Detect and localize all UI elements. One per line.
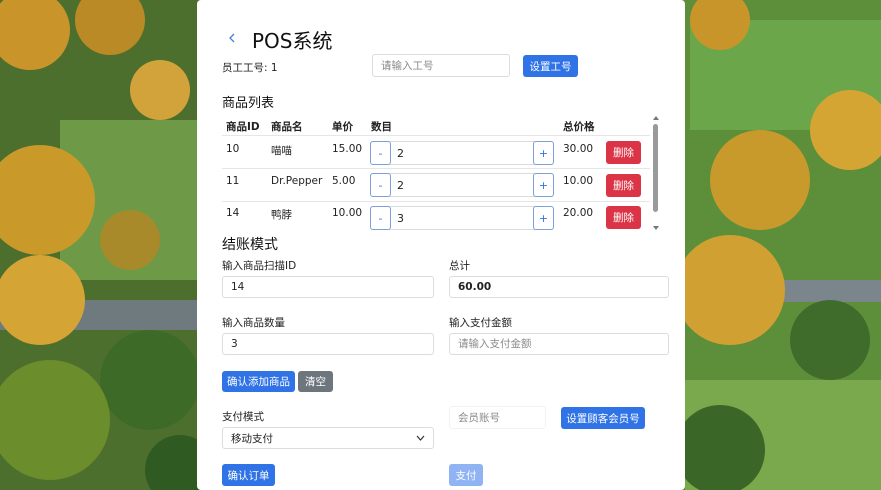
cell-id: 11 xyxy=(226,175,240,187)
scan-id-input[interactable] xyxy=(222,276,434,298)
decrement-button[interactable]: - xyxy=(370,173,391,197)
increment-button[interactable]: + xyxy=(533,206,554,230)
quantity-stepper: - 3 + xyxy=(370,206,554,230)
payment-mode-select[interactable]: 移动支付 xyxy=(222,427,434,449)
payment-amount-label: 输入支付金额 xyxy=(449,317,512,329)
quantity-stepper: - 2 + xyxy=(370,141,554,165)
cell-name: Dr.Pepper xyxy=(271,175,323,187)
cell-total: 30.00 xyxy=(563,143,594,155)
col-header-price: 单价 xyxy=(332,121,353,133)
delete-button[interactable]: 删除 xyxy=(606,174,641,197)
checkout-heading: 结账模式 xyxy=(222,237,278,253)
col-header-name: 商品名 xyxy=(271,121,303,133)
col-header-qty: 数目 xyxy=(371,121,392,133)
decrement-button[interactable]: - xyxy=(370,141,391,165)
confirm-add-product-button[interactable]: 确认添加商品 xyxy=(222,371,295,392)
scroll-up-icon[interactable] xyxy=(652,115,660,121)
delete-button[interactable]: 删除 xyxy=(606,206,641,229)
chevron-down-icon xyxy=(416,435,425,441)
pos-panel: POS系统 员工工号: 1 设置工号 商品列表 商品ID 商品名 单价 数目 总… xyxy=(197,0,685,490)
cell-name: 喵喵 xyxy=(271,145,292,157)
table-scrollbar[interactable] xyxy=(652,115,660,231)
cell-price: 15.00 xyxy=(332,143,363,155)
increment-button[interactable]: + xyxy=(533,173,554,197)
set-member-button[interactable]: 设置顾客会员号 xyxy=(561,407,645,429)
quantity-input[interactable] xyxy=(222,333,434,355)
employee-id-label: 员工工号: 1 xyxy=(222,62,278,74)
increment-button[interactable]: + xyxy=(533,141,554,165)
scrollbar-thumb[interactable] xyxy=(653,124,658,212)
cell-price: 10.00 xyxy=(332,207,363,219)
quantity-stepper: - 2 + xyxy=(370,173,554,197)
table-divider xyxy=(222,168,650,169)
set-employee-id-button[interactable]: 设置工号 xyxy=(523,55,578,77)
total-value: 60.00 xyxy=(449,276,669,298)
cell-id: 14 xyxy=(226,207,240,219)
cell-total: 10.00 xyxy=(563,175,594,187)
payment-mode-label: 支付模式 xyxy=(222,411,264,423)
cell-price: 5.00 xyxy=(332,175,356,187)
scroll-down-icon[interactable] xyxy=(652,225,660,231)
quantity-label: 输入商品数量 xyxy=(222,317,285,329)
cell-total: 20.00 xyxy=(563,207,594,219)
table-divider xyxy=(222,135,650,136)
cell-id: 10 xyxy=(226,143,240,155)
employee-id-input[interactable] xyxy=(372,54,510,77)
decrement-button[interactable]: - xyxy=(370,206,391,230)
confirm-order-button[interactable]: 确认订单 xyxy=(222,464,275,486)
pay-button[interactable]: 支付 xyxy=(449,464,483,486)
delete-button[interactable]: 删除 xyxy=(606,141,641,164)
scan-id-label: 输入商品扫描ID xyxy=(222,260,297,272)
quantity-value[interactable]: 3 xyxy=(397,212,404,225)
quantity-value[interactable]: 2 xyxy=(397,179,404,192)
total-label: 总计 xyxy=(449,260,470,272)
chevron-left-icon[interactable] xyxy=(225,31,239,45)
payment-amount-input[interactable] xyxy=(449,333,669,355)
payment-mode-value: 移动支付 xyxy=(231,432,273,445)
product-list-heading: 商品列表 xyxy=(222,96,275,111)
col-header-id: 商品ID xyxy=(226,121,260,133)
page-title: POS系统 xyxy=(252,29,333,53)
cell-name: 鸭脖 xyxy=(271,209,292,221)
member-account-input[interactable] xyxy=(449,406,546,429)
table-divider xyxy=(222,201,650,202)
col-header-total: 总价格 xyxy=(563,121,595,133)
clear-button[interactable]: 清空 xyxy=(298,371,333,392)
quantity-value[interactable]: 2 xyxy=(397,147,404,160)
